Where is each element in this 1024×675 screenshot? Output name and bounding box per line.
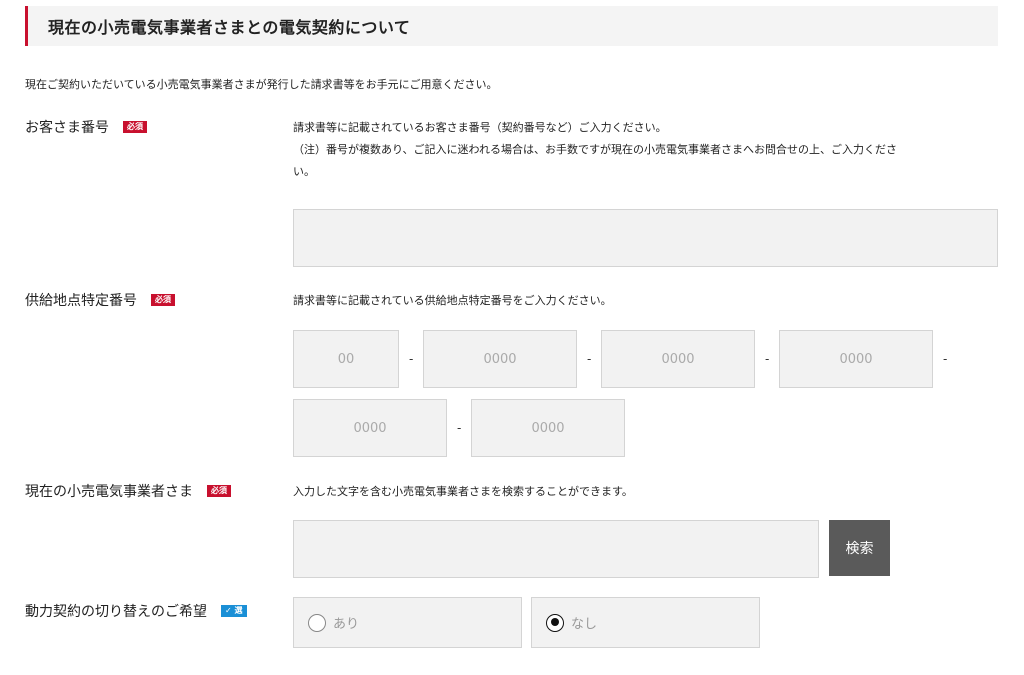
customer-number-help-line: い。 [293, 165, 315, 178]
customer-number-help: 請求書等に記載されているお客さま番号（契約番号など）ご入力ください。 （注）番号… [293, 117, 998, 183]
supply-point-segment-6[interactable] [471, 399, 625, 457]
retailer-help: 入力した文字を含む小売電気事業者さまを検索することができます。 [293, 485, 633, 498]
supply-point-segment-5[interactable] [293, 399, 447, 457]
optional-badge: ✓ 選 [221, 605, 247, 617]
customer-number-help-line: （注）番号が複数あり、ご記入に迷われる場合は、お手数ですが現在の小売電気事業者さ… [293, 143, 898, 156]
supply-point-segment-1[interactable] [293, 330, 399, 388]
separator-dash: - [765, 352, 770, 366]
radio-option-label: なし [571, 617, 598, 632]
customer-number-input[interactable] [293, 209, 998, 267]
power-contract-label-text: 動力契約の切り替えのご希望 [25, 604, 207, 620]
section-title: 現在の小売電気事業者さまとの電気契約について [48, 18, 411, 37]
radio-option-label: あり [333, 617, 360, 632]
power-contract-label: 動力契約の切り替えのご希望 ✓ 選 [25, 601, 247, 621]
retailer-label-text: 現在の小売電気事業者さま [25, 484, 193, 500]
customer-number-label: お客さま番号 必須 [25, 117, 147, 137]
radio-unchecked-icon[interactable] [308, 613, 326, 632]
contract-form-page: 現在の小売電気事業者さまとの電気契約について 現在ご契約いただいている小売電気事… [0, 0, 1024, 675]
supply-point-segment-4[interactable] [779, 330, 933, 388]
separator-dash: - [409, 352, 414, 366]
retailer-label: 現在の小売電気事業者さま 必須 [25, 481, 231, 501]
required-badge: 必須 [123, 121, 147, 133]
radio-option-yes[interactable]: あり [293, 597, 522, 648]
search-button[interactable]: 検索 [829, 520, 890, 576]
separator-dash: - [943, 352, 948, 366]
supply-point-help: 請求書等に記載されている供給地点特定番号をご入力ください。 [293, 294, 612, 307]
separator-dash: - [587, 352, 592, 366]
customer-number-help-line: 請求書等に記載されているお客さま番号（契約番号など）ご入力ください。 [293, 121, 667, 134]
section-intro: 現在ご契約いただいている小売電気事業者さまが発行した請求書等をお手元にご用意くだ… [25, 78, 498, 91]
supply-point-segment-3[interactable] [601, 330, 755, 388]
section-header: 現在の小売電気事業者さまとの電気契約について [25, 6, 998, 46]
supply-point-segment-2[interactable] [423, 330, 577, 388]
separator-dash: - [457, 421, 462, 435]
supply-point-label-text: 供給地点特定番号 [25, 293, 137, 309]
supply-point-label: 供給地点特定番号 必須 [25, 290, 175, 310]
radio-checked-icon[interactable] [546, 613, 564, 632]
customer-number-label-text: お客さま番号 [25, 120, 109, 136]
radio-option-no[interactable]: なし [531, 597, 760, 648]
required-badge: 必須 [207, 485, 231, 497]
retailer-search-input[interactable] [293, 520, 819, 578]
required-badge: 必須 [151, 294, 175, 306]
